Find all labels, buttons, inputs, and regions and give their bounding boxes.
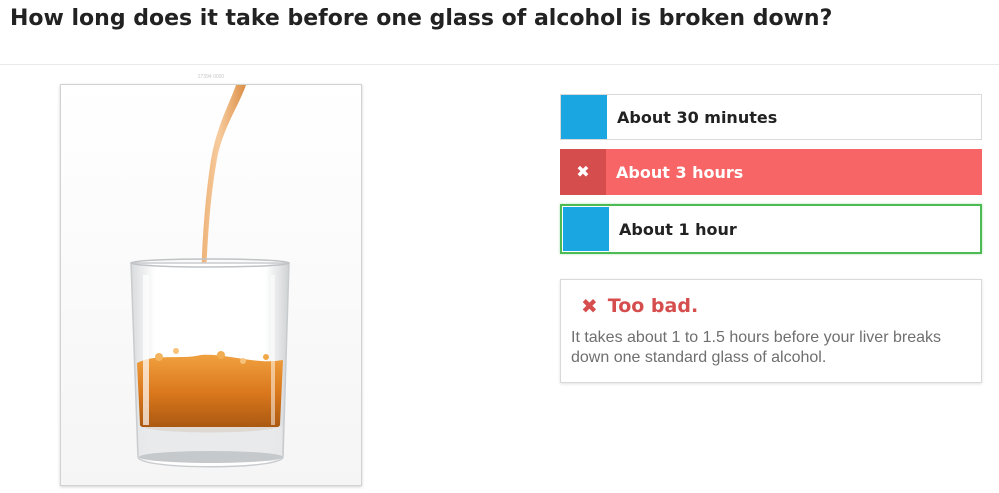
option-label: About 30 minutes xyxy=(617,107,778,127)
feedback-title: Too bad. xyxy=(607,295,699,317)
question-image xyxy=(60,84,362,486)
answer-option-30-minutes[interactable]: About 30 minutes xyxy=(560,94,982,140)
option-marker xyxy=(561,95,607,139)
answer-option-3-hours[interactable]: ✖ About 3 hours xyxy=(560,149,982,195)
option-label: About 1 hour xyxy=(619,219,737,239)
answer-option-1-hour[interactable]: About 1 hour xyxy=(560,204,982,254)
wrong-x-icon: ✖ xyxy=(560,149,606,195)
title-divider xyxy=(0,64,999,65)
image-caption: 27394 0000 xyxy=(197,74,225,80)
quiz-page: How long does it take before one glass o… xyxy=(0,0,999,493)
option-marker xyxy=(563,207,609,251)
feedback-panel: ✖ Too bad. It takes about 1 to 1.5 hours… xyxy=(560,279,982,383)
feedback-explanation: It takes about 1 to 1.5 hours before you… xyxy=(571,329,941,366)
option-label: About 3 hours xyxy=(616,162,744,182)
question-title: How long does it take before one glass o… xyxy=(10,6,833,31)
feedback-heading: ✖ Too bad. xyxy=(581,294,971,318)
whiskey-glass-illustration xyxy=(61,85,361,485)
close-x-icon: ✖ xyxy=(581,294,598,318)
